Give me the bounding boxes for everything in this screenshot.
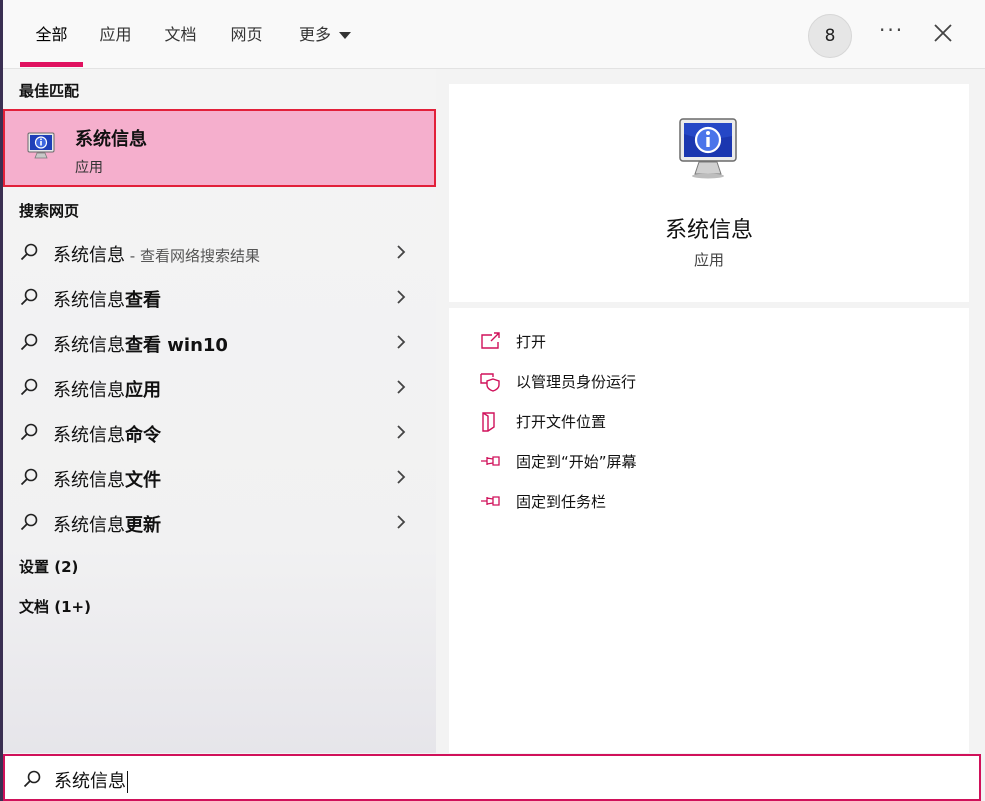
- web-result-text: 系统信息命令: [53, 425, 161, 446]
- chevron-right-icon: [397, 515, 406, 529]
- best-match-heading: 最佳匹配: [19, 82, 80, 100]
- more-options-button[interactable]: ···: [879, 18, 904, 42]
- file-location-icon: [482, 412, 495, 432]
- action-pin-to-start[interactable]: 固定到“开始”屏幕: [479, 448, 719, 478]
- tab-all[interactable]: 全部: [20, 0, 83, 68]
- pin-icon: [481, 496, 500, 506]
- tab-web[interactable]: 网页: [224, 0, 269, 68]
- chevron-right-icon: [397, 380, 406, 394]
- best-match-name: 系统信息: [75, 129, 147, 150]
- rewards-badge[interactable]: 8: [808, 14, 852, 58]
- action-open[interactable]: 打开: [479, 328, 679, 358]
- search-icon: [20, 423, 38, 441]
- search-icon: [20, 288, 38, 306]
- action-open-file-location[interactable]: 打开文件位置: [479, 408, 719, 438]
- tab-bar: 全部 应用 文档 网页 更多 8 ···: [3, 0, 985, 69]
- settings-category[interactable]: 设置 (2): [19, 556, 78, 577]
- tab-documents[interactable]: 文档: [158, 0, 203, 68]
- search-window: 全部 应用 文档 网页 更多 8 ··· 最佳匹配 系统信息 应用 搜索网页 系…: [3, 0, 985, 801]
- chevron-right-icon: [397, 245, 406, 259]
- web-result-row[interactable]: 系统信息更新: [3, 500, 436, 545]
- text-cursor: [127, 771, 128, 793]
- active-tab-indicator: [20, 62, 83, 67]
- best-match-item[interactable]: 系统信息 应用: [3, 109, 436, 187]
- web-result-text: 系统信息应用: [53, 380, 161, 401]
- search-icon: [20, 243, 38, 261]
- search-icon: [23, 770, 41, 788]
- documents-category[interactable]: 文档 (1+): [19, 596, 91, 617]
- web-search-heading: 搜索网页: [19, 202, 80, 220]
- search-input[interactable]: 系统信息: [54, 767, 128, 793]
- web-result-text: 系统信息查看: [53, 290, 161, 311]
- system-info-icon: [27, 132, 55, 159]
- open-icon: [481, 332, 500, 349]
- preview-app-name: 系统信息: [664, 218, 753, 243]
- web-result-row[interactable]: 系统信息查看 win10: [3, 320, 436, 365]
- web-result-row[interactable]: 系统信息文件: [3, 455, 436, 500]
- web-result-row[interactable]: 系统信息 - 查看网络搜索结果: [3, 230, 436, 275]
- web-result-text: 系统信息查看 win10: [53, 335, 228, 356]
- chevron-right-icon: [397, 335, 406, 349]
- web-result-row[interactable]: 系统信息应用: [3, 365, 436, 410]
- web-result-text: 系统信息文件: [53, 470, 161, 491]
- close-icon[interactable]: [932, 22, 954, 44]
- search-icon: [20, 513, 38, 531]
- chevron-down-icon: [339, 32, 351, 39]
- actions-panel: 打开 以管理员身份运行 打开文件位置 固定到“开始”屏幕 固定到任务栏: [449, 308, 969, 753]
- system-info-icon: [679, 118, 737, 179]
- shield-icon: [480, 373, 500, 392]
- tab-more[interactable]: 更多: [290, 0, 360, 68]
- chevron-right-icon: [397, 425, 406, 439]
- tab-apps[interactable]: 应用: [93, 0, 138, 68]
- chevron-right-icon: [397, 470, 406, 484]
- pin-icon: [481, 456, 500, 466]
- best-match-type: 应用: [75, 160, 103, 176]
- web-result-text: 系统信息更新: [53, 515, 161, 536]
- preview-app-type: 应用: [693, 251, 724, 269]
- action-pin-to-taskbar[interactable]: 固定到任务栏: [479, 488, 719, 518]
- search-box[interactable]: 系统信息: [3, 754, 981, 801]
- preview-header: 系统信息 应用: [449, 84, 969, 302]
- search-icon: [20, 333, 38, 351]
- search-icon: [20, 468, 38, 486]
- chevron-right-icon: [397, 290, 406, 304]
- search-icon: [20, 378, 38, 396]
- tab-more-label: 更多: [298, 25, 331, 44]
- web-result-row[interactable]: 系统信息命令: [3, 410, 436, 455]
- web-result-row[interactable]: 系统信息查看: [3, 275, 436, 320]
- action-run-as-admin[interactable]: 以管理员身份运行: [479, 368, 719, 398]
- results-list: 最佳匹配 系统信息 应用 搜索网页 系统信息 - 查看网络搜索结果 系统信息查看: [3, 69, 436, 753]
- web-result-text: 系统信息 - 查看网络搜索结果: [53, 245, 260, 266]
